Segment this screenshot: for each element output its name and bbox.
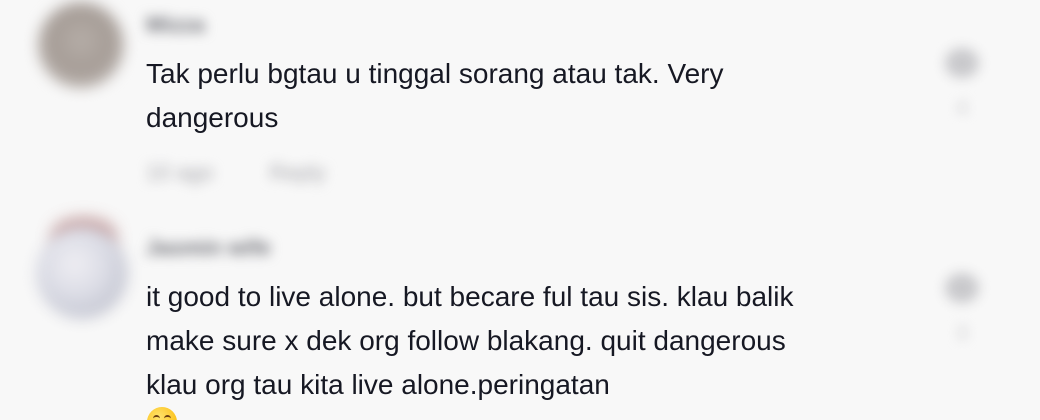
like-button[interactable]: 4 bbox=[940, 48, 984, 119]
comment-meta: 10 ago Reply bbox=[146, 160, 326, 186]
like-count: 3 bbox=[956, 323, 967, 343]
comment-text-line-last: klau org tau kita live alone.peringatan bbox=[146, 363, 794, 420]
like-count: 4 bbox=[956, 98, 967, 118]
comment-text-line: klau org tau kita live alone.peringatan bbox=[146, 369, 610, 400]
comment-text-line: make sure x dek org follow blakang. quit… bbox=[146, 325, 786, 356]
comment-text: Tak perlu bgtau u tinggal sorang atau ta… bbox=[146, 52, 724, 140]
avatar[interactable] bbox=[36, 227, 128, 319]
comment-item: Mizza Tak perlu bgtau u tinggal sorang a… bbox=[0, 0, 1040, 215]
grinning-face-emoji-icon bbox=[147, 407, 177, 420]
comment-text-line: it good to live alone. but becare ful ta… bbox=[146, 281, 794, 312]
heart-icon[interactable] bbox=[945, 48, 979, 78]
comment-item: Jasmin wife it good to live alone. but b… bbox=[0, 215, 1040, 420]
avatar[interactable] bbox=[38, 2, 124, 88]
comment-text-line: Tak perlu bgtau u tinggal sorang atau ta… bbox=[146, 58, 724, 89]
comment-timestamp: 10 ago bbox=[146, 160, 214, 185]
comments-panel: Mizza Tak perlu bgtau u tinggal sorang a… bbox=[0, 0, 1040, 420]
heart-icon[interactable] bbox=[945, 273, 979, 303]
comment-username[interactable]: Jasmin wife bbox=[146, 235, 271, 261]
like-button[interactable]: 3 bbox=[940, 273, 984, 344]
comment-text-line: dangerous bbox=[146, 102, 279, 133]
comment-text: it good to live alone. but becare ful ta… bbox=[146, 275, 794, 420]
reply-button[interactable]: Reply bbox=[269, 160, 325, 185]
comment-username[interactable]: Mizza bbox=[146, 12, 205, 38]
